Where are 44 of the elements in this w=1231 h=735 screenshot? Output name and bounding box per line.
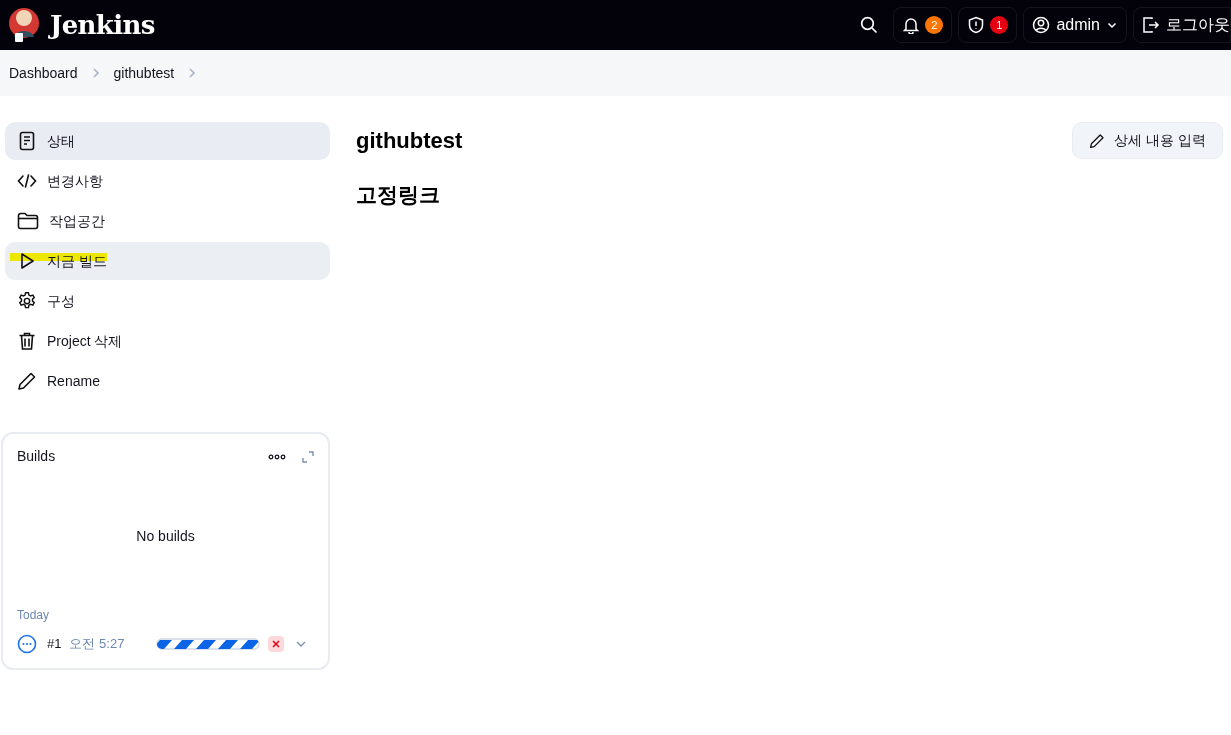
sidebar-item[interactable]: 상태: [5, 122, 330, 160]
sidebar-item[interactable]: 지금 빌드: [5, 242, 330, 280]
settings-icon: [17, 291, 37, 311]
user-icon: [1032, 16, 1051, 34]
page-title: githubtest: [356, 127, 463, 155]
more-icon[interactable]: [268, 453, 286, 460]
sidebar-item[interactable]: 작업공간: [5, 202, 330, 240]
sidebar-item[interactable]: Project 삭제: [5, 322, 330, 360]
build-time[interactable]: 오전 5:27: [69, 634, 125, 654]
notification-count: 2: [925, 16, 944, 34]
logout-icon: [1142, 16, 1160, 34]
build-number[interactable]: #1: [47, 634, 62, 654]
bell-icon: [902, 16, 921, 34]
user-menu-button[interactable]: admin: [1023, 7, 1127, 43]
breadcrumb-link[interactable]: githubtest: [113, 62, 175, 84]
notepad-icon: [17, 131, 37, 151]
trash-icon: [17, 331, 37, 351]
sidebar-item[interactable]: Rename: [5, 362, 330, 400]
folder-icon: [17, 211, 39, 231]
cancel-button[interactable]: [268, 636, 284, 652]
chevron-down-icon[interactable]: [296, 640, 306, 648]
breadcrumb-link[interactable]: Dashboard: [9, 62, 78, 84]
search-icon: [860, 16, 879, 34]
sidebar-item[interactable]: 구성: [5, 282, 330, 320]
chevron-right-icon: [91, 67, 100, 79]
group-heading: Today: [17, 607, 51, 624]
close-icon: [272, 640, 280, 648]
edit-description-button[interactable]: 상세 내용 입력: [1072, 122, 1223, 159]
shield-warning-icon: [967, 16, 986, 34]
app-title[interactable]: Jenkins: [50, 5, 155, 45]
logout-button[interactable]: 로그아웃: [1133, 7, 1231, 43]
pencil-icon: [1089, 132, 1106, 149]
code-icon: [17, 171, 37, 191]
empty-message: No builds: [136, 527, 195, 546]
butler-logo-icon: [8, 5, 40, 45]
expand-icon[interactable]: [302, 450, 314, 463]
sidebar-item[interactable]: 변경사항: [5, 162, 330, 200]
pencil-icon: [17, 371, 37, 391]
card-title: Builds: [17, 447, 56, 466]
in-progress-icon: [17, 634, 37, 654]
security-button[interactable]: 1: [958, 7, 1018, 43]
chevron-right-icon: [188, 67, 197, 79]
section-heading: 고정링크: [356, 182, 441, 208]
warning-count: 1: [990, 16, 1009, 34]
